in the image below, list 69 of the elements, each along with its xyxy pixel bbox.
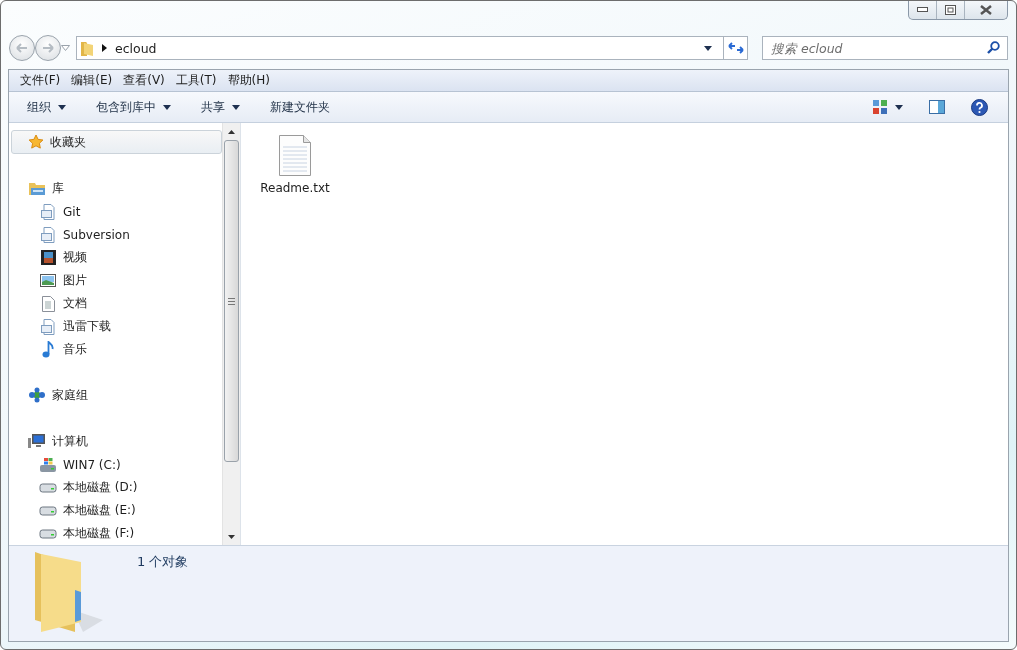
- sidebar-item[interactable]: 音乐: [11, 338, 222, 361]
- toolbar-button[interactable]: 共享: [191, 95, 250, 119]
- address-field[interactable]: ecloud: [76, 36, 748, 60]
- sidebar-item[interactable]: 本地磁盘 (D:): [11, 476, 222, 499]
- sidebar-item[interactable]: Git: [11, 200, 222, 223]
- file-name[interactable]: Readme.txt: [260, 180, 330, 196]
- caret-icon: [704, 45, 712, 51]
- breadcrumb-arrow-icon[interactable]: [102, 44, 107, 52]
- sidebar-item[interactable]: 本地磁盘 (E:): [11, 499, 222, 522]
- toolbar-button[interactable]: 新建文件夹: [260, 95, 340, 119]
- view-grid-icon: [873, 100, 887, 114]
- minimize-icon: [917, 7, 928, 13]
- refresh-icon: [727, 41, 744, 55]
- computer-icon: [28, 433, 46, 449]
- recent-pages-caret-icon[interactable]: [61, 45, 70, 51]
- sidebar-item[interactable]: 本地磁盘 (F:): [11, 522, 222, 545]
- caret-icon: [895, 104, 903, 110]
- address-path[interactable]: ecloud: [115, 40, 693, 56]
- maximize-icon: [945, 5, 956, 15]
- close-icon: [980, 5, 992, 15]
- windows-drive-icon: [39, 456, 57, 473]
- item-count: 1 个对象: [137, 553, 189, 571]
- music-note-icon: [42, 341, 54, 358]
- sidebar-group[interactable]: 库: [11, 176, 222, 200]
- drive-icon: [39, 505, 57, 516]
- sidebar-group[interactable]: 计算机: [11, 429, 222, 453]
- star-icon: [28, 134, 44, 150]
- sidebar-item[interactable]: 视频: [11, 246, 222, 269]
- sidebar-item[interactable]: 图片: [11, 269, 222, 292]
- homegroup-icon: [28, 387, 46, 403]
- help-icon: [971, 98, 988, 116]
- folder-icon: [81, 40, 94, 56]
- menu-item[interactable]: 查看(V): [118, 72, 170, 89]
- film-icon: [40, 250, 56, 265]
- image-icon: [40, 274, 56, 287]
- sidebar-item[interactable]: 文档: [11, 292, 222, 315]
- forward-arrow-icon: [42, 43, 54, 53]
- scroll-up-icon[interactable]: [228, 129, 235, 134]
- sidebar-group[interactable]: 收藏夹: [11, 130, 222, 154]
- sidebar-item[interactable]: Subversion: [11, 223, 222, 246]
- scroll-down-icon[interactable]: [228, 534, 235, 539]
- library-folder-icon: [28, 180, 46, 196]
- sidebar-item[interactable]: WIN7 (C:): [11, 453, 222, 476]
- caret-icon: [232, 104, 240, 110]
- menu-item[interactable]: 文件(F): [15, 72, 66, 89]
- library-document-icon: [41, 226, 55, 243]
- caret-icon: [163, 104, 171, 110]
- preview-pane-icon: [929, 100, 945, 114]
- menu-item[interactable]: 编辑(E): [66, 72, 118, 89]
- grip-icon: [228, 297, 235, 305]
- sidebar-item[interactable]: 迅雷下载: [11, 315, 222, 338]
- scroll-thumb[interactable]: [224, 140, 239, 462]
- drive-icon: [39, 482, 57, 493]
- search-field[interactable]: 搜索 ecloud: [762, 36, 1008, 60]
- text-file-icon[interactable]: [278, 133, 312, 177]
- toolbar-button[interactable]: 包含到库中: [86, 95, 181, 119]
- refresh-button[interactable]: [723, 37, 747, 59]
- toolbar-button[interactable]: 组织: [17, 95, 76, 119]
- document-icon: [41, 295, 55, 312]
- search-icon: [987, 41, 1000, 54]
- drive-icon: [39, 528, 57, 539]
- library-document-icon: [41, 203, 55, 220]
- menu-item[interactable]: 工具(T): [170, 72, 222, 89]
- caret-icon: [58, 104, 66, 110]
- back-arrow-icon: [16, 43, 28, 53]
- menu-item[interactable]: 帮助(H): [222, 72, 275, 89]
- scrollbar[interactable]: [222, 123, 240, 545]
- library-document-icon: [41, 318, 55, 335]
- sidebar-group[interactable]: 家庭组: [11, 383, 222, 407]
